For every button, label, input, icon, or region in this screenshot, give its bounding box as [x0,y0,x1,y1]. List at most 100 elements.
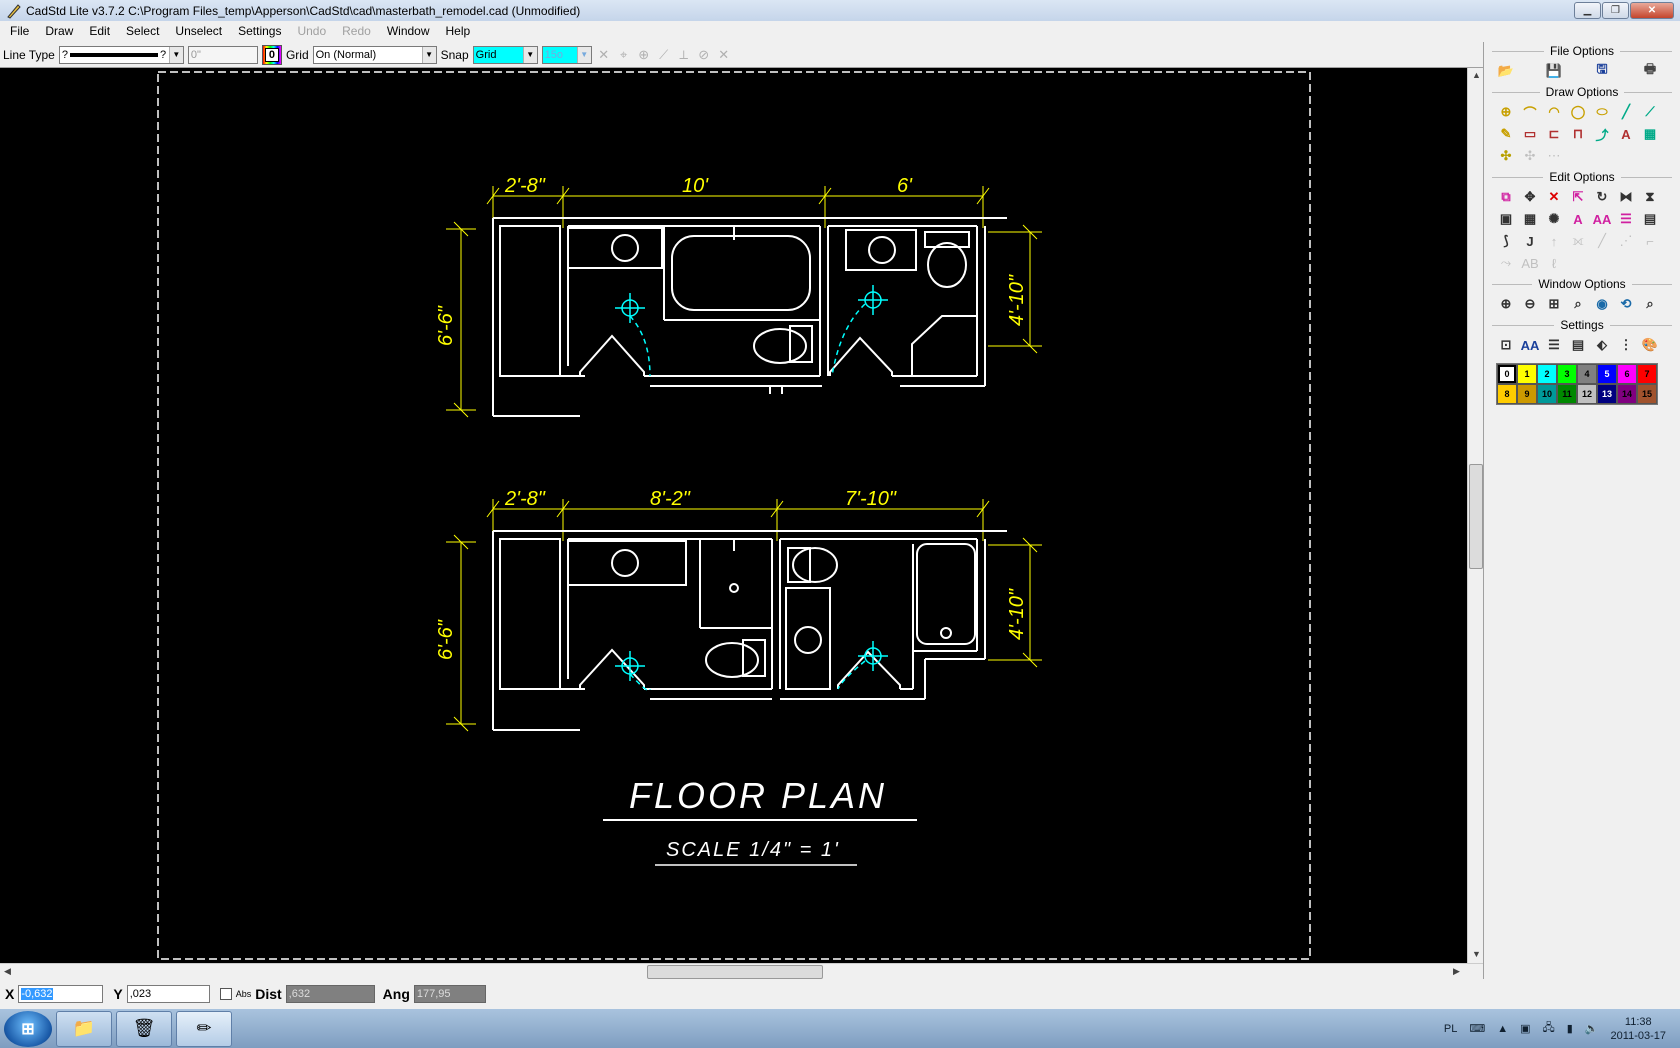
offset-icon[interactable]: ⋰ [1616,231,1636,251]
color-swatch[interactable]: 10 [1537,384,1557,404]
menu-edit[interactable]: Edit [81,21,118,42]
polyline-icon[interactable]: ⟋ [1640,102,1660,122]
color-swatch[interactable]: 13 [1597,384,1617,404]
zoom-previous-icon[interactable]: ⌕ [1568,294,1588,314]
group-icon[interactable]: ▣ [1496,209,1516,229]
drawing-canvas[interactable]: 2'-8" 10' 6' 6'-6" 4'-10" 2'-8" 8'-2" 7'… [0,68,1467,963]
horizontal-scroll-thumb[interactable] [647,965,823,979]
volume-icon[interactable]: 🔈 [1585,1022,1599,1035]
snap-settings-icon[interactable]: ⬖ [1592,335,1612,355]
color-swatch[interactable]: 7 [1637,364,1657,384]
zoom-window-icon[interactable]: ⊞ [1544,294,1564,314]
snap-perpendicular-icon[interactable]: ⟂ [676,47,692,63]
fillet-icon[interactable]: ⟗ [1568,231,1588,251]
join-icon[interactable]: ⌐ [1640,231,1660,251]
vertical-scrollbar[interactable]: ▲ ▼ [1467,68,1483,963]
taskbar-cadstd[interactable]: ✏ [176,1010,232,1047]
color-swatch[interactable]: 2 [1537,364,1557,384]
snap-tangent-icon[interactable]: ⊘ [696,47,712,63]
circle-icon[interactable]: ◯ [1568,102,1588,122]
rectangle-icon[interactable]: ▭ [1520,124,1540,144]
dimension-h-icon[interactable]: ⊓ [1568,124,1588,144]
zoom-all-icon[interactable]: ⌕ [1640,294,1660,314]
array-icon[interactable]: ▦ [1520,209,1540,229]
x-coordinate-input[interactable]: -0,632 [18,985,104,1003]
snap-midpoint-icon[interactable]: ⟋ [656,47,672,63]
hatch-icon[interactable]: ▦ [1640,124,1660,144]
point-icon[interactable]: ⊕ [1496,102,1516,122]
taskbar-explorer[interactable]: 📁 [56,1010,112,1047]
power-icon[interactable]: ▮ [1567,1022,1573,1035]
break-icon[interactable]: ↑ [1544,231,1564,251]
line-icon[interactable]: ╱ [1616,102,1636,122]
color-swatch[interactable]: 5 [1597,364,1617,384]
delete-icon[interactable]: ✕ [1544,187,1564,207]
grid-select[interactable]: On (Normal) ▼ [312,45,437,64]
extend-icon[interactable]: J [1520,231,1540,251]
leader-icon[interactable]: ⤴ [1592,124,1612,144]
maximize-button[interactable]: ❐ [1602,2,1629,19]
color-swatch[interactable]: 6 [1617,364,1637,384]
move-icon[interactable]: ✥ [1520,187,1540,207]
layers-icon[interactable]: ☰ [1544,335,1564,355]
color-swatch[interactable]: 0 [1497,364,1517,384]
start-button[interactable]: ⊞ [4,1010,52,1047]
explode-icon[interactable]: ✺ [1544,209,1564,229]
measure-icon[interactable]: ℓ [1544,253,1564,273]
node-icon[interactable]: ✣ [1496,146,1516,166]
color-swatch[interactable]: 15 [1637,384,1657,404]
menu-select[interactable]: Select [118,21,167,42]
grid-settings-icon[interactable]: ⋮ [1616,335,1636,355]
menu-help[interactable]: Help [438,21,479,42]
color-swatch[interactable]: 8 [1497,384,1517,404]
rotate-icon[interactable]: ↻ [1592,187,1612,207]
line-style-icon[interactable]: ☰ [1616,209,1636,229]
network-icon[interactable]: 🖧 [1543,1019,1555,1038]
arc3-icon[interactable]: ◠ [1544,102,1564,122]
snap-intersection-icon[interactable]: ✕ [596,47,612,63]
spline-icon[interactable]: ⋯ [1544,146,1564,166]
page-setup-icon[interactable]: ▤ [1568,335,1588,355]
scroll-down-icon[interactable]: ▼ [1472,949,1481,959]
show-hidden-icon[interactable]: ▲ [1497,1023,1508,1035]
text-edit-icon[interactable]: AB [1520,253,1540,273]
snap-nearest-icon[interactable]: ✕ [716,47,732,63]
scale-icon[interactable]: ⇱ [1568,187,1588,207]
menu-undo[interactable]: Undo [289,21,334,42]
scroll-left-icon[interactable]: ◀ [4,966,11,977]
abs-checkbox[interactable] [219,988,232,1000]
save-as-icon[interactable]: 🖫 [1592,61,1612,81]
pan-icon[interactable]: ⟲ [1616,294,1636,314]
line-width-input[interactable]: 0" [187,45,258,64]
menu-unselect[interactable]: Unselect [167,21,230,42]
mirror-icon[interactable]: ⧓ [1616,187,1636,207]
edit-text-icon[interactable]: A [1568,209,1588,229]
scroll-right-icon[interactable]: ▶ [1453,966,1460,977]
language-indicator[interactable]: PL [1444,1023,1457,1035]
font-icon[interactable]: AA [1520,335,1540,355]
color-swatch[interactable]: 1 [1517,364,1537,384]
dimension-icon[interactable]: ⊏ [1544,124,1564,144]
zoom-out-icon[interactable]: ⊖ [1520,294,1540,314]
align-icon[interactable]: ⤳ [1496,253,1516,273]
units-icon[interactable]: ⊡ [1496,335,1516,355]
arc-icon[interactable]: ⌒ [1520,102,1540,122]
snap-center-icon[interactable]: ⊕ [636,47,652,63]
color-swatch[interactable]: 12 [1577,384,1597,404]
vertical-scroll-thumb[interactable] [1469,464,1483,569]
keyboard-icon[interactable]: ⌨ [1469,1022,1485,1035]
open-file-icon[interactable]: 📂 [1496,61,1516,81]
close-button[interactable]: ✕ [1630,2,1674,19]
color-swatch[interactable]: 11 [1557,384,1577,404]
snap-select[interactable]: Grid ▼ [472,45,538,64]
snap-size-select[interactable]: 15o ▼ [541,45,592,64]
minimize-button[interactable]: ▁ [1574,2,1601,19]
device-icon[interactable]: ▣ [1520,1022,1530,1035]
colors-icon[interactable]: 🎨 [1640,335,1660,355]
horizontal-scrollbar[interactable]: ◀ ▶ [0,963,1483,979]
menu-settings[interactable]: Settings [230,21,289,42]
scroll-up-icon[interactable]: ▲ [1472,70,1481,80]
color-swatch[interactable]: 3 [1557,364,1577,384]
trim-icon[interactable]: ⟆ [1496,231,1516,251]
bezier-icon[interactable]: ✣ [1520,146,1540,166]
